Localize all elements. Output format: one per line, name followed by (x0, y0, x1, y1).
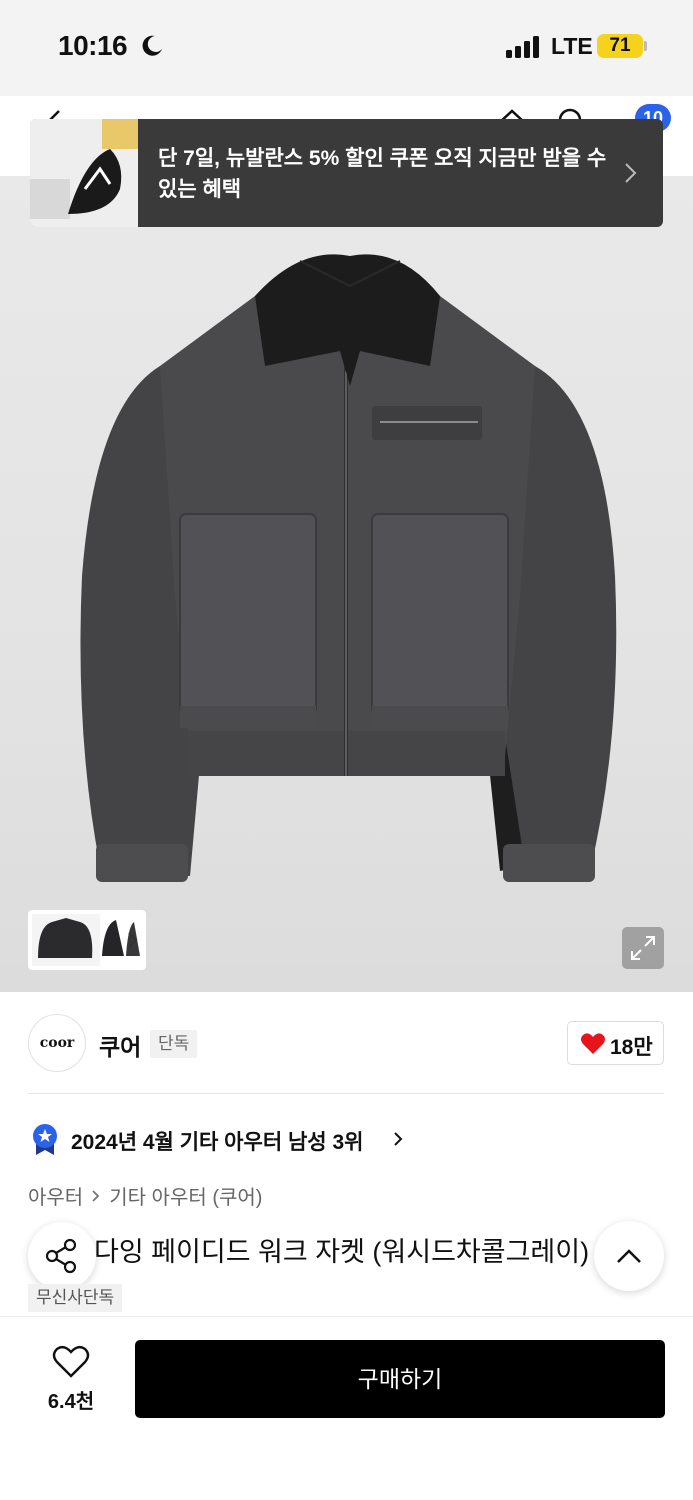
breadcrumb-category[interactable]: 아우터 (28, 1181, 83, 1210)
battery-icon: 71 (597, 34, 643, 58)
share-button[interactable] (28, 1222, 96, 1290)
scroll-top-button[interactable] (594, 1221, 664, 1291)
breadcrumb-subcategory[interactable]: 기타 아우터 (쿠어) (109, 1181, 262, 1210)
promo-banner[interactable]: 단 7일, 뉴발란스 5% 할인 쿠폰 오직 지금만 받을 수 있는 혜택 (30, 119, 663, 227)
product-exclusive-tag: 무신사단독 (28, 1284, 123, 1312)
breadcrumb: 아우터 기타 아우터 (쿠어) (28, 1181, 262, 1210)
jacket-illustration (80, 254, 617, 882)
signal-icon (506, 36, 539, 58)
image-thumbnails[interactable] (28, 910, 146, 970)
ranking-text[interactable]: 2024년 4월 기타 아우터 남성 3위 (71, 1126, 363, 1156)
status-time: 10:16 (58, 30, 128, 61)
promo-thumbnail (30, 119, 138, 227)
product-title: 다잉 페이디드 워크 자켓 (워시드차콜그레이) (94, 1237, 590, 1267)
heart-outline-icon[interactable] (52, 1345, 90, 1379)
network-label: LTE (551, 33, 593, 59)
brand-exclusive-tag: 단독 (150, 1030, 198, 1058)
brand-name[interactable]: 쿠어 (99, 1028, 141, 1062)
brand-logo[interactable]: coor (28, 1014, 86, 1072)
chevron-up-icon (617, 1249, 641, 1263)
heart-filled-icon (581, 1033, 605, 1054)
status-bar: 10:16 LTE 71 (0, 0, 693, 96)
brand-like-count: 18만 (610, 1036, 653, 1059)
share-icon (45, 1238, 77, 1274)
chevron-right-icon (394, 1132, 403, 1146)
buy-button[interactable]: 구매하기 (135, 1340, 665, 1418)
chevron-right-icon (625, 163, 637, 183)
moon-icon (142, 35, 162, 56)
expand-icon (631, 936, 655, 960)
brand-like-button[interactable]: 18만 (567, 1021, 664, 1065)
expand-button[interactable] (622, 927, 664, 969)
ranking-badge-icon (33, 1124, 57, 1155)
chevron-right-icon (92, 1189, 100, 1202)
chevron-right-icon (128, 932, 138, 948)
product-image[interactable] (0, 176, 693, 992)
battery-cap (644, 41, 647, 51)
promo-text: 단 7일, 뉴발란스 5% 할인 쿠폰 오직 지금만 받을 수 있는 혜택 (158, 147, 607, 201)
wishlist-count: 6.4천 (47, 1391, 95, 1413)
divider (28, 1093, 664, 1094)
